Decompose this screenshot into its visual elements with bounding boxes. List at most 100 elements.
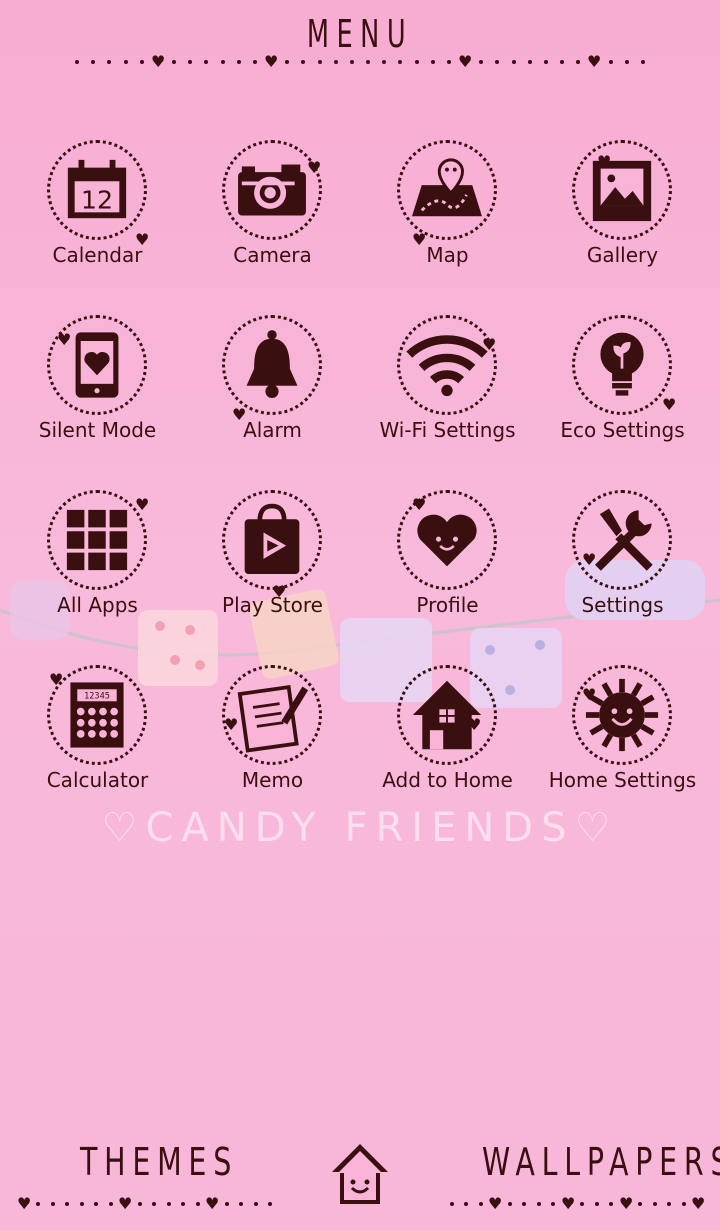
dot xyxy=(334,60,338,64)
dot xyxy=(667,1202,671,1206)
grid-icon xyxy=(47,490,147,590)
app-shortcut-camera[interactable]: ♥ Camera xyxy=(185,130,360,305)
dot xyxy=(464,1202,468,1206)
dot xyxy=(638,1202,642,1206)
app-shortcut-home-settings[interactable]: ♥ Home Settings xyxy=(535,655,710,830)
dot xyxy=(479,1202,483,1206)
app-shortcut-eco-settings[interactable]: ♥ Eco Settings xyxy=(535,305,710,480)
dot xyxy=(537,1202,541,1206)
heart-icon: ♥ xyxy=(597,152,612,171)
dot xyxy=(80,1202,84,1206)
map-icon xyxy=(397,140,497,240)
dot xyxy=(653,1202,657,1206)
dot xyxy=(152,1202,156,1206)
app-shortcut-silent-mode[interactable]: ♥ Silent Mode xyxy=(10,305,185,480)
dot xyxy=(682,1202,686,1206)
app-label: Calculator xyxy=(46,768,149,792)
dot xyxy=(609,1202,613,1206)
dot xyxy=(580,1202,584,1206)
dot xyxy=(512,60,516,64)
dot xyxy=(560,60,564,64)
lightbulb-icon xyxy=(572,315,672,415)
heart-icon: ♥ xyxy=(412,495,427,514)
dot xyxy=(239,1202,243,1206)
dot xyxy=(641,60,645,64)
dot xyxy=(595,1202,599,1206)
dot xyxy=(366,60,370,64)
app-label: Alarm xyxy=(243,418,302,442)
app-label: All Apps xyxy=(57,593,138,617)
dot xyxy=(609,60,613,64)
heart-icon: ♥ xyxy=(224,715,239,734)
heart-icon: ♥ xyxy=(662,395,677,414)
heart-icon: ♥ xyxy=(307,158,322,177)
heart-icon: ♥ xyxy=(264,52,279,71)
dot xyxy=(124,60,128,64)
heart-icon: ♥ xyxy=(482,335,497,354)
house-icon xyxy=(397,665,497,765)
dot xyxy=(65,1202,69,1206)
app-shortcut-all-apps[interactable]: ♥ All Apps xyxy=(10,480,185,655)
app-label: Calendar xyxy=(52,243,143,267)
app-shortcut-memo[interactable]: ♥ Memo xyxy=(185,655,360,830)
heart-icon: ♥ xyxy=(49,670,64,689)
app-shortcut-wi-fi-settings[interactable]: ♥ Wi-Fi Settings xyxy=(360,305,535,480)
dot xyxy=(221,60,225,64)
title-divider: ♥ ♥ ♥ ♥ xyxy=(75,52,645,71)
app-label: Memo xyxy=(241,768,304,792)
app-label: Silent Mode xyxy=(38,418,157,442)
dot xyxy=(479,60,483,64)
dot xyxy=(398,60,402,64)
app-label: Add to Home xyxy=(382,768,513,792)
dot xyxy=(508,1202,512,1206)
play-store-icon xyxy=(222,490,322,590)
app-shortcut-gallery[interactable]: ♥ Gallery xyxy=(535,130,710,305)
dot xyxy=(350,60,354,64)
app-shortcut-calendar[interactable]: 12 ♥ Calendar xyxy=(10,130,185,305)
sun-icon xyxy=(572,665,672,765)
dot xyxy=(544,60,548,64)
heart-icon: ♥ xyxy=(118,1194,133,1213)
dot xyxy=(109,1202,113,1206)
app-label: Play Store xyxy=(222,593,323,617)
dot xyxy=(301,60,305,64)
app-label: Camera xyxy=(233,243,312,267)
dot xyxy=(167,1202,171,1206)
dot xyxy=(140,60,144,64)
app-shortcut-play-store[interactable]: ♥ Play Store xyxy=(185,480,360,655)
heart-icon: ♥ xyxy=(582,685,597,704)
app-label: Home Settings xyxy=(548,768,697,792)
heart-icon: ♥ xyxy=(488,1194,503,1213)
wifi-icon xyxy=(397,315,497,415)
dot xyxy=(196,1202,200,1206)
wallpapers-button[interactable]: WALLPAPERS xyxy=(482,1140,720,1184)
dot xyxy=(625,60,629,64)
calendar-day: 12 xyxy=(81,185,113,214)
dot xyxy=(94,1202,98,1206)
app-shortcut-calculator[interactable]: 12345 ♥ Calculator xyxy=(10,655,185,830)
dot xyxy=(528,60,532,64)
dot xyxy=(382,60,386,64)
app-label: Wi-Fi Settings xyxy=(379,418,516,442)
app-shortcut-profile[interactable]: ♥ Profile xyxy=(360,480,535,655)
dot xyxy=(138,1202,142,1206)
dot xyxy=(172,60,176,64)
app-shortcut-map[interactable]: ♥ Map xyxy=(360,130,535,305)
app-shortcut-add-to-home[interactable]: ♥ Add to Home xyxy=(360,655,535,830)
heart-icon: ♥ xyxy=(135,495,150,514)
themes-button[interactable]: THEMES xyxy=(80,1140,238,1184)
dot xyxy=(204,60,208,64)
app-label: Settings xyxy=(581,593,664,617)
dot xyxy=(36,1202,40,1206)
heart-icon: ♥ xyxy=(151,52,166,71)
heart-icon: ♥ xyxy=(57,330,72,349)
app-shortcut-alarm[interactable]: ♥ Alarm xyxy=(185,305,360,480)
dot xyxy=(51,1202,55,1206)
app-label: Gallery xyxy=(586,243,659,267)
heart-icon: ♥ xyxy=(17,1194,32,1213)
dot xyxy=(107,60,111,64)
heart-icon: ♥ xyxy=(467,715,482,734)
app-shortcut-settings[interactable]: ♥ Settings xyxy=(535,480,710,655)
heart-icon: ♥ xyxy=(619,1194,634,1213)
home-face-icon[interactable] xyxy=(328,1140,392,1208)
